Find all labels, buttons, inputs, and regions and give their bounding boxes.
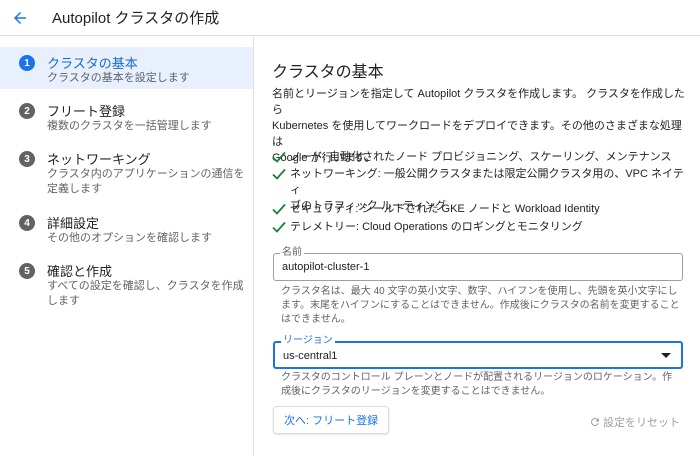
cluster-name-hint: クラスタ名は、最大 40 文字の英小文字、数字、ハイフンを使用し、先頭を英小文字…	[281, 285, 686, 327]
region-label: リージョン	[281, 335, 335, 347]
main-panel: クラスタの基本 名前とリージョンを指定して Autopilot クラスタを作成し…	[255, 37, 700, 456]
top-bar: Autopilot クラスタの作成	[0, 0, 700, 36]
step-title: クラスタの基本	[47, 56, 138, 71]
step-number: 2	[19, 103, 35, 119]
step-description: その他のオプションを確認します	[47, 232, 212, 244]
step-fleet-registration[interactable]: 2 フリート登録 複数のクラスタを一括管理します	[0, 95, 253, 137]
hint-line: はできません。	[281, 314, 351, 325]
feature-item-nodes: ノード: 自動化されたノード プロビジョニング、スケーリング、メンテナンス	[272, 149, 692, 165]
next-fleet-registration-button[interactable]: 次へ: フリート登録	[273, 406, 390, 434]
step-number: 3	[19, 151, 35, 167]
step-number: 5	[19, 263, 35, 279]
step-description-line1: すべての設定を確認し、クラスタを作成	[47, 280, 244, 292]
reset-settings-button[interactable]: 設定をリセット	[589, 414, 680, 430]
feature-item-telemetry: テレメトリー: Cloud Operations のロギングとモニタリング	[272, 219, 692, 235]
refresh-icon	[590, 418, 599, 426]
step-description-line1: クラスタ内のアプリケーションの通信を	[47, 168, 245, 180]
hint-line: 成後にクラスタのリージョンを変更することはできません。	[281, 386, 551, 397]
stepper-sidebar: 1 クラスタの基本 クラスタの基本を設定します 2 フリート登録 複数のクラスタ…	[0, 37, 254, 456]
region-select[interactable]: リージョン us-central1	[273, 335, 683, 369]
intro-line: Kubernetes を使用してワークロードをデプロイできます。その他のさまざま…	[272, 120, 682, 148]
region-hint: クラスタのコントロール プレーンとノードが配置されるリージョンのロケーション。作…	[281, 371, 686, 399]
step-title: 確認と作成	[47, 264, 113, 279]
cluster-name-label: 名前	[280, 247, 304, 259]
check-icon	[272, 151, 286, 163]
step-title: ネットワーキング	[47, 152, 151, 167]
step-number: 4	[19, 215, 35, 231]
section-title: クラスタの基本	[272, 64, 384, 81]
cluster-name-value[interactable]: autopilot-cluster-1	[282, 261, 369, 273]
step-description: クラスタの基本を設定します	[47, 72, 190, 84]
step-cluster-basics[interactable]: 1 クラスタの基本 クラスタの基本を設定します	[0, 47, 253, 89]
hint-line: ます。末尾をハイフンにすることはできません。作成後にクラスタの名前を変更すること	[281, 300, 680, 311]
check-icon	[272, 221, 286, 233]
step-description-line2: します	[47, 295, 80, 307]
hint-line: クラスタのコントロール プレーンとノードが配置されるリージョンのロケーション。作	[281, 372, 673, 383]
check-icon	[272, 168, 286, 180]
step-title: 詳細設定	[47, 216, 100, 231]
step-description-line2: 定義します	[47, 183, 102, 195]
feature-text-line: ネットワーキング: 一般公開クラスタまたは限定公開クラスタ用の、VPC ネイティ	[290, 168, 684, 196]
feature-item-networking: ネットワーキング: 一般公開クラスタまたは限定公開クラスタ用の、VPC ネイティ…	[272, 166, 692, 212]
dropdown-arrow-icon[interactable]	[661, 353, 671, 358]
check-icon	[272, 203, 286, 215]
feature-item-security: セキュリティ: シールドされた GKE ノードと Workload Identi…	[272, 201, 692, 217]
step-description: 複数のクラスタを一括管理します	[47, 120, 212, 132]
step-review-create[interactable]: 5 確認と作成 すべての設定を確認し、クラスタを作成 します	[0, 255, 253, 313]
cluster-name-field[interactable]: 名前 autopilot-cluster-1	[273, 247, 683, 281]
feature-text: テレメトリー: Cloud Operations のロギングとモニタリング	[290, 221, 583, 233]
page-title: Autopilot クラスタの作成	[52, 10, 220, 27]
hint-line: クラスタ名は、最大 40 文字の英小文字、数字、ハイフンを使用し、先頭を英小文字…	[281, 286, 678, 297]
step-networking[interactable]: 3 ネットワーキング クラスタ内のアプリケーションの通信を 定義します	[0, 143, 253, 201]
back-button[interactable]	[2, 0, 38, 36]
intro-line: 名前とリージョンを指定して Autopilot クラスタを作成します。 クラスタ…	[272, 88, 685, 116]
step-advanced-settings[interactable]: 4 詳細設定 その他のオプションを確認します	[0, 207, 253, 249]
step-title: フリート登録	[47, 104, 126, 119]
arrow-back-icon	[14, 11, 26, 24]
feature-text: ノード: 自動化されたノード プロビジョニング、スケーリング、メンテナンス	[290, 151, 672, 163]
region-value: us-central1	[283, 350, 338, 362]
feature-text: セキュリティ: シールドされた GKE ノードと Workload Identi…	[290, 203, 600, 215]
reset-label: 設定をリセット	[603, 417, 680, 429]
step-number: 1	[19, 55, 35, 71]
